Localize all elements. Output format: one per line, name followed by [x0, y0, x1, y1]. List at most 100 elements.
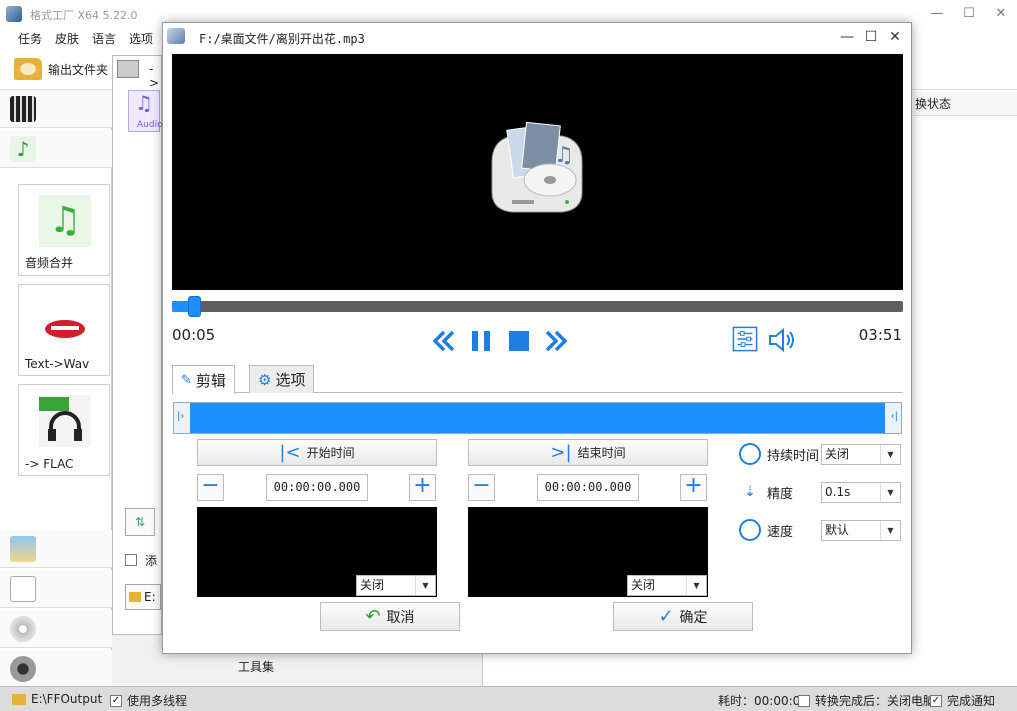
- category-disc[interactable]: [0, 610, 112, 648]
- start-time-field[interactable]: 00:00:00.000: [266, 474, 368, 501]
- start-time-button[interactable]: |< 开始时间: [197, 439, 437, 466]
- duration-option: 持续时间: [739, 441, 819, 467]
- menu-skin[interactable]: 皮肤: [55, 30, 79, 47]
- dialog-minimize-button[interactable]: —: [835, 23, 859, 51]
- notify-option[interactable]: ✓ 完成通知: [930, 692, 995, 709]
- category-video[interactable]: [0, 90, 112, 128]
- film-icon: [10, 96, 36, 122]
- pause-icon[interactable]: [470, 328, 492, 354]
- dialog-window-controls: — ☐ ✕: [835, 23, 907, 51]
- fast-forward-icon[interactable]: [543, 328, 569, 354]
- audio-label: Audio: [137, 120, 163, 130]
- status-column-header[interactable]: 换状态: [913, 92, 1017, 116]
- toolset-label: 工具集: [238, 660, 275, 674]
- audio-merge-icon: ♫: [39, 195, 91, 247]
- end-time-button[interactable]: >| 结束时间: [468, 439, 708, 466]
- chevron-down-icon: ▼: [880, 445, 900, 464]
- precision-value: 0.1s: [825, 485, 851, 499]
- start-preview-select[interactable]: 关闭 ▼: [356, 575, 436, 596]
- notify-checkbox[interactable]: ✓: [930, 694, 942, 707]
- start-preview-value: 关闭: [360, 578, 385, 592]
- maximize-button[interactable]: ☐: [953, 0, 985, 28]
- lips-icon: [39, 295, 91, 347]
- folder-path-label: E:: [144, 590, 156, 604]
- volume-icon[interactable]: [767, 327, 797, 353]
- end-decrement-button[interactable]: −: [468, 474, 495, 501]
- equalizer-settings-icon[interactable]: [731, 326, 759, 352]
- category-audio[interactable]: ♪: [0, 130, 112, 168]
- clock-icon: [739, 443, 761, 465]
- precision-select[interactable]: 0.1s ▼: [821, 482, 901, 503]
- tool-text-to-wav[interactable]: Text->Wav: [18, 284, 110, 376]
- trim-range-track[interactable]: |› ‹|: [173, 402, 902, 434]
- film-reel-icon: [10, 656, 36, 682]
- statusbar: E:\FFOutput ✓ 使用多线程 耗时：00:00:00 转换完成后：关闭…: [0, 686, 1017, 711]
- folder-icon: [129, 592, 141, 602]
- end-increment-button[interactable]: +: [680, 474, 707, 501]
- dialog-close-button[interactable]: ✕: [883, 23, 907, 51]
- minimize-button[interactable]: —: [921, 0, 953, 28]
- seek-thumb[interactable]: [188, 296, 201, 317]
- dialog-titlebar: F:/桌面文件/离别开出花.mp3 — ☐ ✕: [163, 23, 911, 51]
- speedometer-icon: [739, 519, 761, 541]
- tab-options[interactable]: ⚙ 选项: [249, 365, 315, 393]
- rewind-icon[interactable]: [431, 328, 457, 354]
- arrow-label: ->: [149, 62, 160, 90]
- tool-to-flac[interactable]: -> FLAC: [18, 384, 110, 476]
- undo-arrow-icon: ↶: [365, 606, 381, 627]
- start-time-button-label: 开始时间: [306, 446, 355, 460]
- category-image[interactable]: [0, 530, 112, 568]
- tab-clip[interactable]: ✎ 剪辑: [172, 365, 235, 394]
- duration-value: 关闭: [825, 447, 850, 461]
- gear-icon: ⚙: [258, 370, 272, 389]
- dialog-maximize-button[interactable]: ☐: [859, 23, 883, 51]
- add-checkbox[interactable]: [125, 554, 137, 566]
- dialog-app-icon: [167, 28, 185, 44]
- menu-language[interactable]: 语言: [92, 30, 116, 47]
- watermark-brand: 路由器: [922, 646, 994, 674]
- folder-path-button[interactable]: E:: [125, 584, 161, 610]
- after-complete-option[interactable]: 转换完成后：关闭电脑: [798, 692, 935, 709]
- video-player[interactable]: ♫: [172, 54, 903, 290]
- elapsed-label: 耗时：00:00:00: [718, 694, 808, 708]
- output-folder-button[interactable]: 输出文件夹: [14, 56, 108, 82]
- tool-to-flac-label: -> FLAC: [25, 457, 74, 471]
- multithread-option[interactable]: ✓ 使用多线程: [110, 692, 187, 709]
- trim-start-handle[interactable]: |›: [177, 411, 184, 422]
- after-complete-checkbox[interactable]: [798, 694, 810, 707]
- end-time-field[interactable]: 00:00:00.000: [537, 474, 639, 501]
- add-label: 添: [145, 554, 158, 568]
- start-increment-button[interactable]: +: [409, 474, 436, 501]
- check-circle-icon: ✓: [658, 606, 674, 627]
- start-decrement-button[interactable]: −: [197, 474, 224, 501]
- tool-audio-merge[interactable]: ♫ 音频合并: [18, 184, 110, 276]
- seek-bar[interactable]: [172, 296, 903, 317]
- headphones-icon: [39, 395, 91, 447]
- stop-icon[interactable]: [507, 328, 531, 354]
- svg-text:♫: ♫: [554, 143, 574, 168]
- menu-task[interactable]: 任务: [18, 30, 42, 47]
- precision-option: ⇣ 精度: [739, 479, 793, 505]
- cancel-button[interactable]: ↶ 取消: [320, 602, 460, 631]
- category-toolset[interactable]: [0, 650, 112, 688]
- total-time: 03:51: [858, 326, 902, 344]
- chevron-down-icon: ▼: [686, 576, 706, 595]
- ok-button-label: 确定: [679, 609, 708, 626]
- speed-select[interactable]: 默认 ▼: [821, 520, 901, 541]
- end-preview-select[interactable]: 关闭 ▼: [627, 575, 707, 596]
- multithread-checkbox[interactable]: ✓: [110, 694, 122, 707]
- ok-button[interactable]: ✓ 确定: [613, 602, 753, 631]
- speed-value: 默认: [825, 523, 850, 537]
- swap-icon[interactable]: ⇅: [125, 508, 155, 536]
- menu-options[interactable]: 选项: [129, 30, 153, 47]
- elapsed-time: 耗时：00:00:00: [718, 692, 808, 709]
- close-button[interactable]: ✕: [985, 0, 1017, 28]
- trim-end-handle[interactable]: ‹|: [891, 411, 898, 422]
- output-path[interactable]: E:\FFOutput: [12, 692, 102, 706]
- main-window-controls: — ☐ ✕: [921, 0, 1017, 28]
- precision-label: 精度: [767, 486, 794, 502]
- tool-audio-merge-label: 音频合并: [25, 256, 74, 270]
- picture-icon: [10, 536, 36, 562]
- category-document[interactable]: [0, 570, 112, 608]
- duration-select[interactable]: 关闭 ▼: [821, 444, 901, 465]
